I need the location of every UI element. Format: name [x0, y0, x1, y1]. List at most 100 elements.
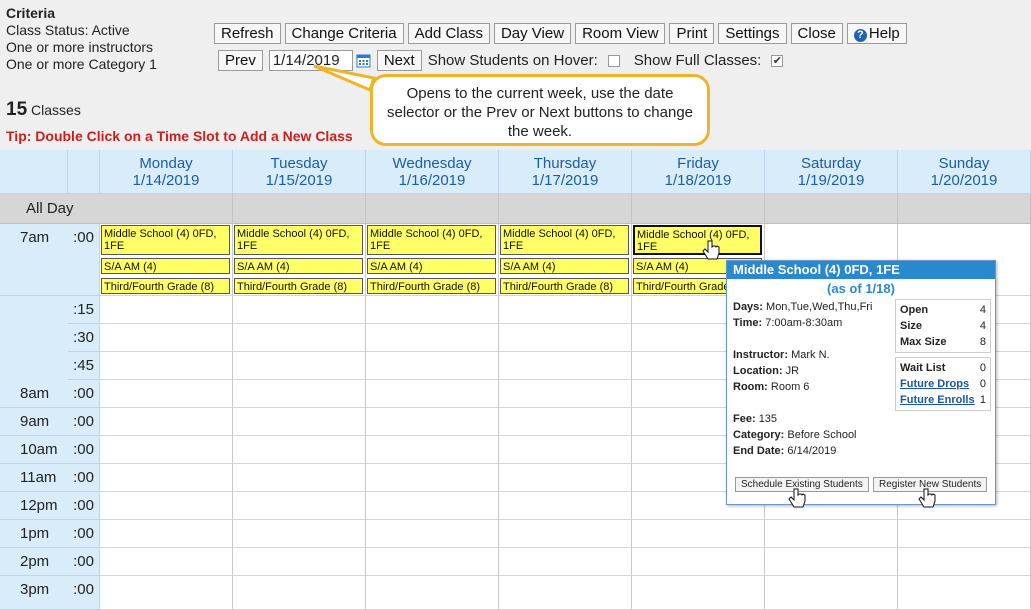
all-day-slot[interactable]	[100, 194, 233, 224]
class-block[interactable]: Third/Fourth Grade (8)	[367, 278, 496, 294]
day-header[interactable]: Saturday 1/19/2019	[765, 150, 898, 194]
class-block[interactable]: Third/Fourth Grade (8)	[101, 278, 230, 294]
time-slot[interactable]	[499, 520, 632, 548]
class-block[interactable]: Third/Fourth Grade (8)	[500, 278, 629, 294]
class-block[interactable]: S/A AM (4)	[234, 258, 363, 274]
all-day-slot[interactable]	[233, 194, 366, 224]
refresh-button[interactable]: Refresh	[214, 23, 281, 44]
time-slot[interactable]	[499, 464, 632, 492]
hour-label: 8am	[20, 385, 50, 402]
settings-button[interactable]: Settings	[718, 23, 787, 44]
time-slot[interactable]	[100, 296, 233, 324]
time-slot[interactable]	[100, 520, 233, 548]
time-slot[interactable]	[366, 408, 499, 436]
day-header[interactable]: Wednesday 1/16/2019	[366, 150, 499, 194]
time-slot[interactable]	[100, 492, 233, 520]
minute-label: :00	[73, 229, 94, 246]
time-slot[interactable]	[499, 324, 632, 352]
time-slot[interactable]	[366, 352, 499, 380]
time-slot[interactable]	[765, 520, 898, 548]
all-day-slot[interactable]	[765, 194, 898, 224]
add-class-button[interactable]: Add Class	[407, 23, 490, 44]
future-drops-link[interactable]: Future Drops	[900, 376, 969, 392]
time-slot[interactable]	[100, 436, 233, 464]
time-slot[interactable]	[233, 296, 366, 324]
room-view-button[interactable]: Room View	[575, 23, 666, 44]
time-slot[interactable]	[100, 408, 233, 436]
time-slot[interactable]	[366, 464, 499, 492]
time-slot[interactable]	[366, 380, 499, 408]
time-slot[interactable]	[765, 576, 898, 610]
day-header[interactable]: Sunday 1/20/2019	[898, 150, 1031, 194]
time-slot[interactable]	[366, 520, 499, 548]
day-header[interactable]: Monday 1/14/2019	[100, 150, 233, 194]
time-slot[interactable]	[100, 324, 233, 352]
time-slot[interactable]	[366, 576, 499, 610]
all-day-slot[interactable]	[632, 194, 765, 224]
time-slot[interactable]	[499, 408, 632, 436]
time-slot[interactable]	[100, 464, 233, 492]
show-students-checkbox[interactable]	[607, 54, 620, 67]
time-slot[interactable]	[233, 408, 366, 436]
prev-week-button[interactable]: Prev	[218, 50, 263, 71]
time-slot[interactable]	[632, 520, 765, 548]
future-enrolls-link[interactable]: Future Enrolls	[900, 392, 975, 408]
time-slot[interactable]	[366, 436, 499, 464]
time-slot[interactable]	[499, 576, 632, 610]
all-day-slot[interactable]	[499, 194, 632, 224]
time-slot[interactable]	[898, 576, 1031, 610]
class-block[interactable]: Middle School (4) 0FD, 1FE	[633, 225, 762, 255]
time-slot[interactable]	[233, 492, 366, 520]
time-slot[interactable]	[233, 576, 366, 610]
time-slot[interactable]	[898, 520, 1031, 548]
class-block[interactable]: Middle School (4) 0FD, 1FE	[367, 225, 496, 255]
time-slot[interactable]	[366, 296, 499, 324]
all-day-slot[interactable]	[366, 194, 499, 224]
class-block[interactable]: S/A AM (4)	[367, 258, 496, 274]
time-slot[interactable]	[100, 576, 233, 610]
time-slot[interactable]	[233, 380, 366, 408]
help-button[interactable]: ? Help	[846, 23, 907, 44]
time-slot[interactable]	[898, 548, 1031, 576]
next-week-button[interactable]: Next	[376, 50, 422, 71]
class-block[interactable]: Middle School (4) 0FD, 1FE	[234, 225, 363, 255]
time-slot[interactable]	[100, 352, 233, 380]
class-block[interactable]: Middle School (4) 0FD, 1FE	[101, 225, 230, 255]
time-slot[interactable]	[366, 548, 499, 576]
popup-time: Time: 7:00am-8:30am	[733, 317, 843, 329]
day-date: 1/20/2019	[930, 172, 998, 189]
time-slot[interactable]	[499, 380, 632, 408]
time-slot[interactable]	[233, 464, 366, 492]
class-block[interactable]: S/A AM (4)	[500, 258, 629, 274]
close-button[interactable]: Close	[790, 23, 843, 44]
day-header[interactable]: Friday 1/18/2019	[632, 150, 765, 194]
change-criteria-button[interactable]: Change Criteria	[284, 23, 404, 44]
time-slot[interactable]	[233, 436, 366, 464]
time-slot[interactable]	[632, 576, 765, 610]
time-slot[interactable]	[499, 352, 632, 380]
time-slot[interactable]	[366, 324, 499, 352]
print-button[interactable]: Print	[669, 23, 715, 44]
day-header[interactable]: Tuesday 1/15/2019	[233, 150, 366, 194]
day-name: Sunday	[938, 155, 990, 172]
time-slot[interactable]	[366, 492, 499, 520]
time-slot[interactable]	[499, 296, 632, 324]
time-slot[interactable]	[233, 520, 366, 548]
time-slot[interactable]	[233, 548, 366, 576]
time-slot[interactable]	[765, 548, 898, 576]
show-full-classes-checkbox[interactable]: ✔	[771, 54, 784, 67]
time-slot[interactable]	[499, 492, 632, 520]
time-slot[interactable]	[499, 548, 632, 576]
time-slot[interactable]	[233, 352, 366, 380]
time-slot[interactable]	[100, 548, 233, 576]
time-slot[interactable]	[100, 380, 233, 408]
class-block[interactable]: S/A AM (4)	[101, 258, 230, 274]
day-header[interactable]: Thursday 1/17/2019	[499, 150, 632, 194]
day-view-button[interactable]: Day View	[493, 23, 572, 44]
class-block[interactable]: Third/Fourth Grade (8)	[234, 278, 363, 294]
all-day-slot[interactable]	[898, 194, 1031, 224]
time-slot[interactable]	[632, 548, 765, 576]
time-slot[interactable]	[233, 324, 366, 352]
time-slot[interactable]	[499, 436, 632, 464]
class-block[interactable]: Middle School (4) 0FD, 1FE	[500, 225, 629, 255]
